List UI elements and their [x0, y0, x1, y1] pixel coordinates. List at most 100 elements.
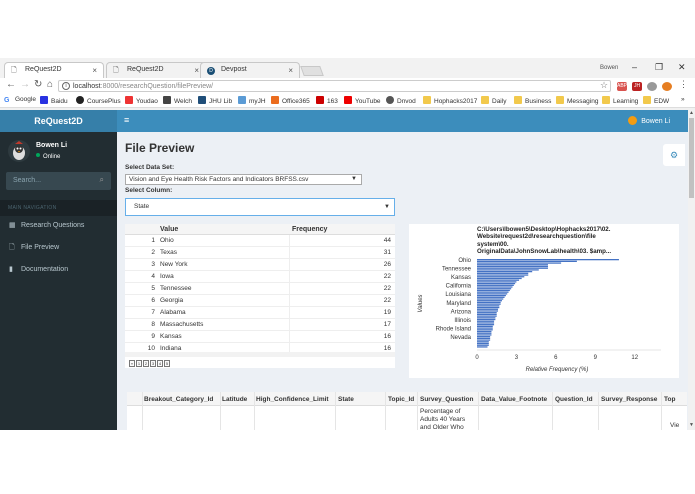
bookmark-office365[interactable]: Office365	[271, 96, 310, 105]
scrollbar-thumb[interactable]	[689, 118, 694, 198]
column-header[interactable]: Breakout_Category_Id	[144, 396, 213, 403]
column-header[interactable]: Question_Id	[555, 396, 593, 403]
bookmark-google[interactable]: G Google	[4, 96, 36, 105]
column-header[interactable]: High_Confidence_Limit	[256, 396, 329, 403]
pager-page-button[interactable]: 3	[150, 360, 156, 367]
table-row[interactable]: 1 Ohio 44	[125, 235, 395, 247]
column-header[interactable]: Data_Value_Footnote	[481, 396, 547, 403]
bookmark-folder-business[interactable]: Business	[514, 96, 551, 105]
bookmark-courseplus[interactable]: CoursePlus	[76, 96, 121, 105]
scroll-down-icon[interactable]: ▼	[689, 422, 694, 428]
bookmark-jhu-lib[interactable]: JHU Lib	[198, 96, 232, 105]
chart-bar	[477, 260, 577, 262]
close-icon[interactable]: ×	[194, 66, 199, 75]
chart-bar	[477, 334, 492, 336]
dataset-select[interactable]: Vision and Eye Health Risk Factors and I…	[125, 174, 362, 185]
pager-page-button[interactable]: 4	[157, 360, 163, 367]
back-icon[interactable]: ←	[6, 79, 16, 90]
home-icon[interactable]: ⌂	[47, 79, 53, 90]
new-tab-button[interactable]	[300, 66, 324, 76]
url-path: :8000/researchQuestion/filePreview/	[100, 83, 214, 90]
bookmark-star-icon[interactable]: ☆	[600, 80, 608, 91]
table-row[interactable]: 2 Texas 31	[125, 247, 395, 259]
bookmark-folder-learning[interactable]: Learning	[602, 96, 638, 105]
browser-tab-request2d-active[interactable]: 🗋 ReQuest2D ×	[4, 62, 104, 78]
column-select[interactable]: State ▼	[125, 198, 395, 216]
close-icon[interactable]: ×	[288, 66, 293, 75]
address-bar[interactable]: i localhost:8000/researchQuestion/filePr…	[58, 80, 611, 92]
chart-bar	[477, 267, 548, 269]
column-header[interactable]: Latitude	[222, 396, 247, 403]
pager-page-button[interactable]: 1	[136, 360, 142, 367]
chart-bar	[477, 342, 489, 345]
page-vertical-scrollbar[interactable]: ▲ ▼	[688, 110, 695, 430]
forward-icon[interactable]: →	[20, 79, 30, 90]
table-row[interactable]: 7 Alabama 19	[125, 307, 395, 319]
sidebar-item-documentation[interactable]: ▮ Documentation	[0, 260, 117, 280]
pager-page-button[interactable]: 5	[164, 360, 170, 367]
settings-gear-icon[interactable]: ⚙	[663, 144, 685, 166]
table-row[interactable]: 3 New York 26	[125, 259, 395, 271]
pager-page-button[interactable]: 2	[143, 360, 149, 367]
x-axis-label: Relative Frequency (%)	[526, 367, 589, 373]
tab-title: ReQuest2D	[127, 66, 164, 73]
column-header[interactable]: Survey_Question	[420, 396, 473, 403]
bookmark-youdao[interactable]: Youdao	[125, 96, 158, 105]
chart-bar	[477, 337, 491, 340]
bookmark-folder-edw[interactable]: EDW	[643, 96, 669, 105]
avatar	[628, 116, 638, 125]
table-row[interactable]: 9 Kansas 16	[125, 331, 395, 343]
extension-icon[interactable]: JH	[632, 82, 642, 91]
bookmark-welch[interactable]: Welch	[163, 96, 192, 105]
x-tick-label: 12	[631, 355, 638, 361]
chart-bar	[477, 284, 514, 286]
bookmark-baidu[interactable]: Baidu	[40, 96, 68, 105]
browser-tab-request2d[interactable]: 🗋 ReQuest2D ×	[106, 62, 206, 78]
row-frequency: 17	[383, 321, 391, 328]
sidebar-item-file-preview[interactable]: 🗋 File Preview	[0, 238, 117, 258]
table-row[interactable]: 5 Tennessee 22	[125, 283, 395, 295]
window-close-icon[interactable]: ✕	[678, 62, 686, 73]
bookmark-folder-daily[interactable]: Daily	[481, 96, 506, 105]
user-menu[interactable]: Bowen Li	[628, 116, 670, 125]
extension-icon[interactable]	[662, 82, 672, 91]
sidebar-toggle-icon[interactable]: ≡	[124, 115, 129, 125]
chart-bar	[477, 336, 491, 338]
bookmark-folder-messaging[interactable]: Messaging	[556, 96, 598, 105]
column-header-frequency[interactable]: Frequency	[292, 226, 327, 233]
column-header[interactable]: Topic_Id	[388, 396, 414, 403]
bookmark-folder-hophacks2017[interactable]: Hophacks2017	[423, 96, 477, 105]
chart-bar	[477, 315, 497, 317]
minimize-icon[interactable]: –	[632, 62, 637, 72]
column-header-value[interactable]: Value	[160, 226, 178, 233]
browser-profile-name[interactable]: Bowen	[600, 65, 618, 71]
horizontal-scrollbar[interactable]	[125, 352, 395, 357]
menu-icon[interactable]: ⋮	[679, 79, 688, 90]
chart-bar	[477, 282, 516, 285]
close-icon[interactable]: ×	[92, 66, 97, 75]
scroll-up-icon[interactable]: ▲	[689, 110, 694, 116]
column-header[interactable]: Top	[664, 396, 675, 403]
bookmark-youtube[interactable]: YouTube	[344, 96, 381, 105]
restore-icon[interactable]: ❐	[655, 62, 663, 73]
bookmark-dnvod[interactable]: Dnvod	[386, 96, 416, 105]
info-icon[interactable]: i	[62, 82, 70, 90]
reload-icon[interactable]: ↻	[34, 79, 42, 90]
app-logo[interactable]: ReQuest2D	[0, 110, 117, 132]
browser-tab-devpost[interactable]: D Devpost ×	[200, 62, 300, 78]
more-bookmarks-button[interactable]: »	[681, 96, 685, 103]
column-divider	[254, 392, 255, 430]
sidebar-search-input[interactable]: Search... ⌕	[6, 172, 111, 190]
bookmark-163[interactable]: 163	[316, 96, 338, 105]
column-header[interactable]: State	[338, 396, 354, 403]
bookmark-myjh[interactable]: myJH	[238, 96, 266, 105]
pager-first-button[interactable]: «	[129, 360, 135, 367]
table-row[interactable]: 4 Iowa 22	[125, 271, 395, 283]
table-row[interactable]: 8 Massachusetts 17	[125, 319, 395, 331]
adblock-extension-icon[interactable]: ABP	[617, 82, 627, 91]
search-icon[interactable]: ⌕	[100, 175, 104, 185]
table-row[interactable]: 6 Georgia 22	[125, 295, 395, 307]
extension-icon[interactable]	[647, 82, 657, 91]
sidebar-item-research-questions[interactable]: ▦ Research Questions	[0, 216, 117, 236]
column-header[interactable]: Survey_Response	[601, 396, 657, 403]
